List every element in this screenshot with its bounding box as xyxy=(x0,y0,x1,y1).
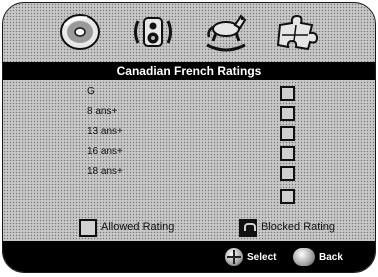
blocked-rating-label: Blocked Rating xyxy=(261,221,335,233)
parental-control-screen: Canadian French Ratings G 8 ans+ 13 ans+… xyxy=(2,2,376,273)
rating-checkbox[interactable] xyxy=(280,86,295,101)
puzzle-icon[interactable] xyxy=(273,10,325,54)
disc-icon[interactable] xyxy=(54,10,106,54)
rocking-horse-icon[interactable] xyxy=(200,10,252,54)
rating-row-g[interactable]: G xyxy=(3,83,375,103)
rating-checkbox[interactable] xyxy=(280,166,295,181)
rating-label: 16 ans+ xyxy=(87,146,123,157)
page-title: Canadian French Ratings xyxy=(3,62,375,80)
rating-checkbox[interactable] xyxy=(280,189,295,204)
rating-row-unrated[interactable] xyxy=(3,183,375,204)
dpad-icon xyxy=(225,248,243,266)
rating-checkbox[interactable] xyxy=(280,146,295,161)
legend: Allowed Rating Blocked Rating xyxy=(3,219,375,239)
rating-row-18-ans[interactable]: 18 ans+ xyxy=(3,163,375,183)
speaker-icon[interactable] xyxy=(127,10,179,54)
rating-label: 8 ans+ xyxy=(87,106,118,117)
rating-row-8-ans[interactable]: 8 ans+ xyxy=(3,103,375,123)
rating-label: G xyxy=(87,86,95,97)
lock-icon xyxy=(239,219,257,237)
rating-label: 18 ans+ xyxy=(87,166,123,177)
back-label: Back xyxy=(319,251,343,263)
select-button[interactable]: Select xyxy=(225,248,276,266)
allowed-rating-swatch xyxy=(79,219,97,237)
footer-bar: Select Back xyxy=(3,241,375,272)
rating-checkbox[interactable] xyxy=(280,126,295,141)
rating-row-16-ans[interactable]: 16 ans+ xyxy=(3,143,375,163)
rating-checkbox[interactable] xyxy=(280,106,295,121)
rating-label: 13 ans+ xyxy=(87,126,123,137)
menu-button-icon xyxy=(293,248,315,266)
allowed-rating-label: Allowed Rating xyxy=(101,221,175,233)
rating-row-13-ans[interactable]: 13 ans+ xyxy=(3,123,375,143)
menu-icon-bar xyxy=(3,3,375,61)
back-button[interactable]: Back xyxy=(293,248,343,266)
select-label: Select xyxy=(247,251,277,263)
